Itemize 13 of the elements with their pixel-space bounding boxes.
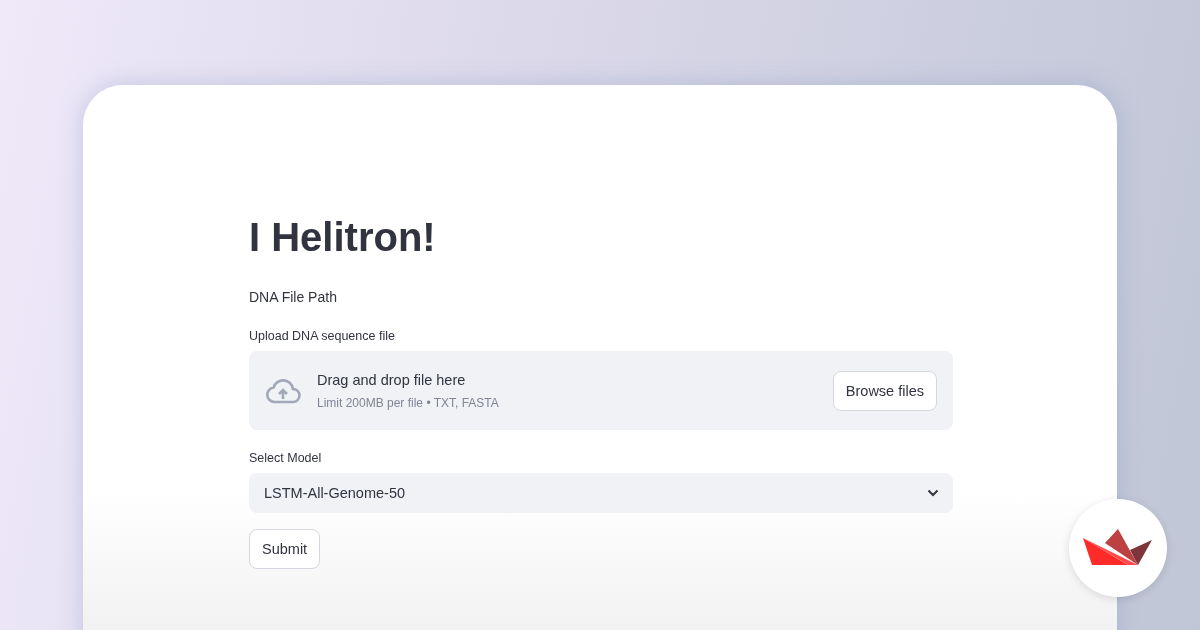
submit-button[interactable]: Submit [249, 529, 321, 569]
file-limit-text: Limit 200MB per file • TXT, FASTA [317, 395, 500, 410]
dropzone-instruction: Drag and drop file here [317, 371, 467, 388]
caption-text: DNA File Path [249, 289, 338, 305]
file-dropzone[interactable]: Drag and drop file here Limit 200MB per file • TXT, FASTA Browse files [249, 351, 953, 430]
select-label: Select Model [249, 451, 323, 465]
crown-logo-icon [1083, 528, 1153, 568]
browse-files-button[interactable]: Browse files [832, 370, 937, 411]
page-title: I Helitron! [249, 214, 437, 261]
cloud-upload-icon [265, 377, 301, 404]
chevron-down-icon [927, 489, 939, 497]
model-select[interactable]: LSTM-All-Genome-50 [249, 473, 953, 513]
uploader-label: Upload DNA sequence file [249, 329, 396, 343]
